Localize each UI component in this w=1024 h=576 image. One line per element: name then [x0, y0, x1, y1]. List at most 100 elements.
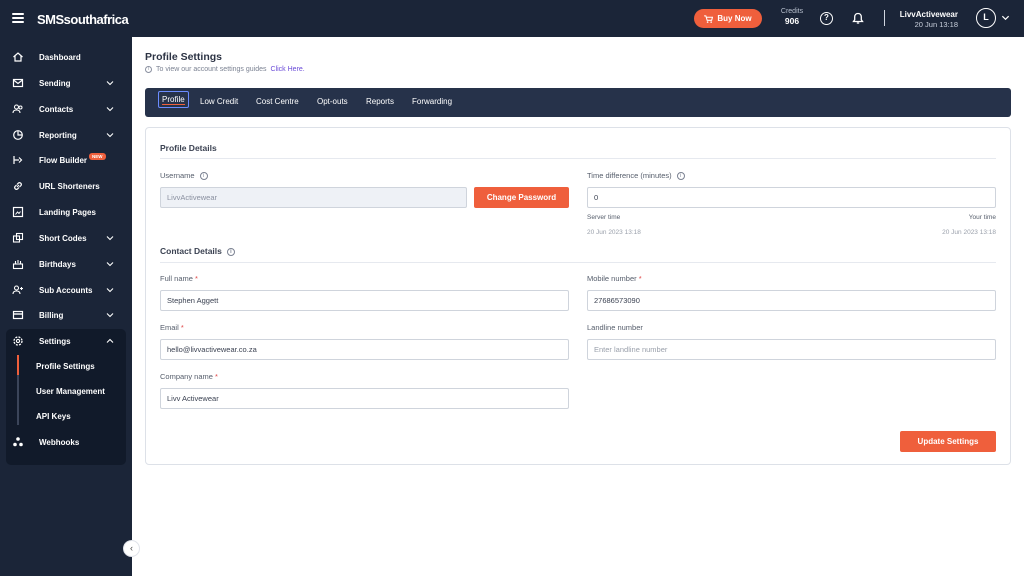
user-plus-icon	[12, 285, 23, 295]
credits-value: 906	[784, 16, 800, 26]
sidebar-item-label: Reporting	[39, 130, 77, 140]
hamburger-menu-icon[interactable]	[12, 13, 24, 23]
required-mark: *	[180, 323, 184, 332]
guide-link[interactable]: Click Here.	[271, 66, 305, 73]
link-icon	[14, 182, 22, 190]
chevron-up-icon	[106, 338, 114, 343]
your-time-label: Your time	[968, 214, 996, 221]
time-difference-label-text: Time difference (minutes)	[587, 171, 672, 180]
sidebar-item-label: Sending	[39, 78, 71, 88]
your-time-value: 20 Jun 2023 13:18	[942, 229, 996, 236]
username-label-text: Username	[160, 171, 195, 180]
sidebar-item-label: Short Codes	[39, 233, 87, 243]
username-field: LivvActivewear	[160, 187, 467, 208]
sidebar-item-label: Birthdays	[39, 259, 76, 269]
sidebar-item-contacts[interactable]: Contacts	[0, 97, 132, 121]
company-name-label-text: Company name	[160, 372, 213, 381]
sidebar-item-landing-pages[interactable]: Landing Pages	[0, 200, 132, 224]
tab-low-credit[interactable]: Low Credit	[200, 97, 238, 106]
short-codes-icon	[12, 232, 24, 243]
info-icon[interactable]: i	[226, 247, 235, 256]
tab-bar: Profile Low Credit Cost Centre Opt-outs …	[145, 88, 1011, 117]
landing-page-icon	[12, 206, 24, 218]
chevron-down-icon[interactable]	[1001, 13, 1010, 22]
credits-label: Credits	[780, 8, 804, 15]
sidebar-item-url-shorteners[interactable]: URL Shorteners	[0, 174, 132, 198]
email-input[interactable]: hello@livvactivewear.co.za	[160, 339, 569, 360]
pie-chart-icon	[13, 130, 23, 140]
chevron-down-icon	[106, 313, 114, 318]
mobile-number-label: Mobile number *	[587, 274, 642, 283]
sidebar-item-billing[interactable]: Billing	[0, 303, 132, 327]
sidebar-item-webhooks[interactable]: Webhooks	[0, 430, 132, 454]
sidebar-item-label: Webhooks	[39, 437, 80, 447]
info-icon[interactable]: i	[199, 172, 208, 181]
sidebar-item-dashboard[interactable]: Dashboard	[0, 45, 132, 69]
landline-number-label: Landline number	[587, 323, 643, 332]
flow-icon	[13, 156, 23, 164]
top-bar: SMSsouthafrica Buy Now Credits 906 ? Liv…	[0, 0, 1024, 37]
chevron-down-icon	[106, 107, 114, 112]
sidebar-item-label: Flow Builder	[39, 155, 87, 165]
sidebar-item-short-codes[interactable]: Short Codes	[0, 226, 132, 250]
sidebar-item-sending[interactable]: Sending	[0, 71, 132, 95]
email-label-text: Email	[160, 323, 179, 332]
gear-icon	[13, 336, 23, 346]
sidebar-item-label: Sub Accounts	[39, 285, 93, 295]
sidebar-item-flow-builder[interactable]: Flow Builder NEW	[0, 148, 132, 172]
mobile-number-input[interactable]: 27686573090	[587, 290, 996, 311]
tab-profile[interactable]: Profile	[158, 91, 189, 108]
credits-display: Credits 906	[776, 8, 808, 26]
sidebar-sub-profile-settings[interactable]: Profile Settings	[36, 362, 95, 371]
sidebar-item-label: Dashboard	[39, 52, 81, 62]
tab-opt-outs[interactable]: Opt-outs	[317, 97, 348, 106]
guide-text: To view our account settings guides	[156, 66, 267, 73]
time-difference-label: Time difference (minutes) i	[587, 171, 685, 181]
bell-icon[interactable]	[852, 12, 864, 25]
sidebar-item-label: Landing Pages	[39, 207, 96, 217]
full-name-label-text: Full name	[160, 274, 193, 283]
users-icon	[12, 104, 23, 114]
sidebar-collapse-button[interactable]: ‹	[123, 540, 140, 557]
sidebar-item-settings[interactable]: Settings	[0, 329, 132, 353]
company-name-input[interactable]: Livv Activewear	[160, 388, 569, 409]
update-settings-button[interactable]: Update Settings	[900, 431, 996, 452]
change-password-button[interactable]: Change Password	[474, 187, 569, 208]
profile-details-title: Profile Details	[160, 143, 217, 153]
sidebar-item-birthdays[interactable]: Birthdays	[0, 252, 132, 276]
landline-number-input[interactable]: Enter landline number	[587, 339, 996, 360]
help-icon[interactable]: ?	[820, 12, 833, 25]
sidebar-item-sub-accounts[interactable]: Sub Accounts	[0, 278, 132, 302]
server-time-value: 20 Jun 2023 13:18	[587, 229, 641, 236]
tab-cost-centre[interactable]: Cost Centre	[256, 97, 299, 106]
card-icon	[12, 310, 24, 320]
guide-line: i To view our account settings guides Cl…	[145, 66, 305, 73]
sidebar-item-reporting[interactable]: Reporting	[0, 123, 132, 147]
settings-card: Profile Details Username i LivvActivewear…	[145, 127, 1011, 465]
contact-details-title-text: Contact Details	[160, 246, 222, 256]
required-mark: *	[195, 274, 198, 283]
email-label: Email *	[160, 323, 184, 332]
full-name-input[interactable]: Stephen Aggett	[160, 290, 569, 311]
account-date: 20 Jun 13:18	[914, 20, 958, 29]
contact-details-title: Contact Details i	[160, 246, 235, 256]
company-name-label: Company name *	[160, 372, 218, 381]
new-badge: NEW	[89, 153, 106, 160]
divider	[160, 262, 996, 263]
tab-reports[interactable]: Reports	[366, 97, 394, 106]
avatar[interactable]: L	[976, 8, 996, 28]
chevron-down-icon	[106, 81, 114, 86]
sidebar-sub-api-keys[interactable]: API Keys	[36, 412, 71, 421]
sidebar: Dashboard Sending Contacts Reporting Flo…	[0, 37, 132, 576]
buy-now-label: Buy Now	[717, 14, 752, 23]
info-icon: i	[145, 66, 152, 73]
brand-logo[interactable]: SMSsouthafrica	[37, 12, 129, 27]
server-time-label: Server time	[587, 214, 621, 221]
time-difference-input[interactable]: 0	[587, 187, 996, 208]
info-icon[interactable]: i	[676, 172, 685, 181]
buy-now-button[interactable]: Buy Now	[694, 9, 762, 28]
chevron-down-icon	[106, 236, 114, 241]
tab-forwarding[interactable]: Forwarding	[412, 97, 452, 106]
account-name[interactable]: LivvActivewear	[892, 10, 958, 19]
sidebar-sub-user-management[interactable]: User Management	[36, 387, 105, 396]
